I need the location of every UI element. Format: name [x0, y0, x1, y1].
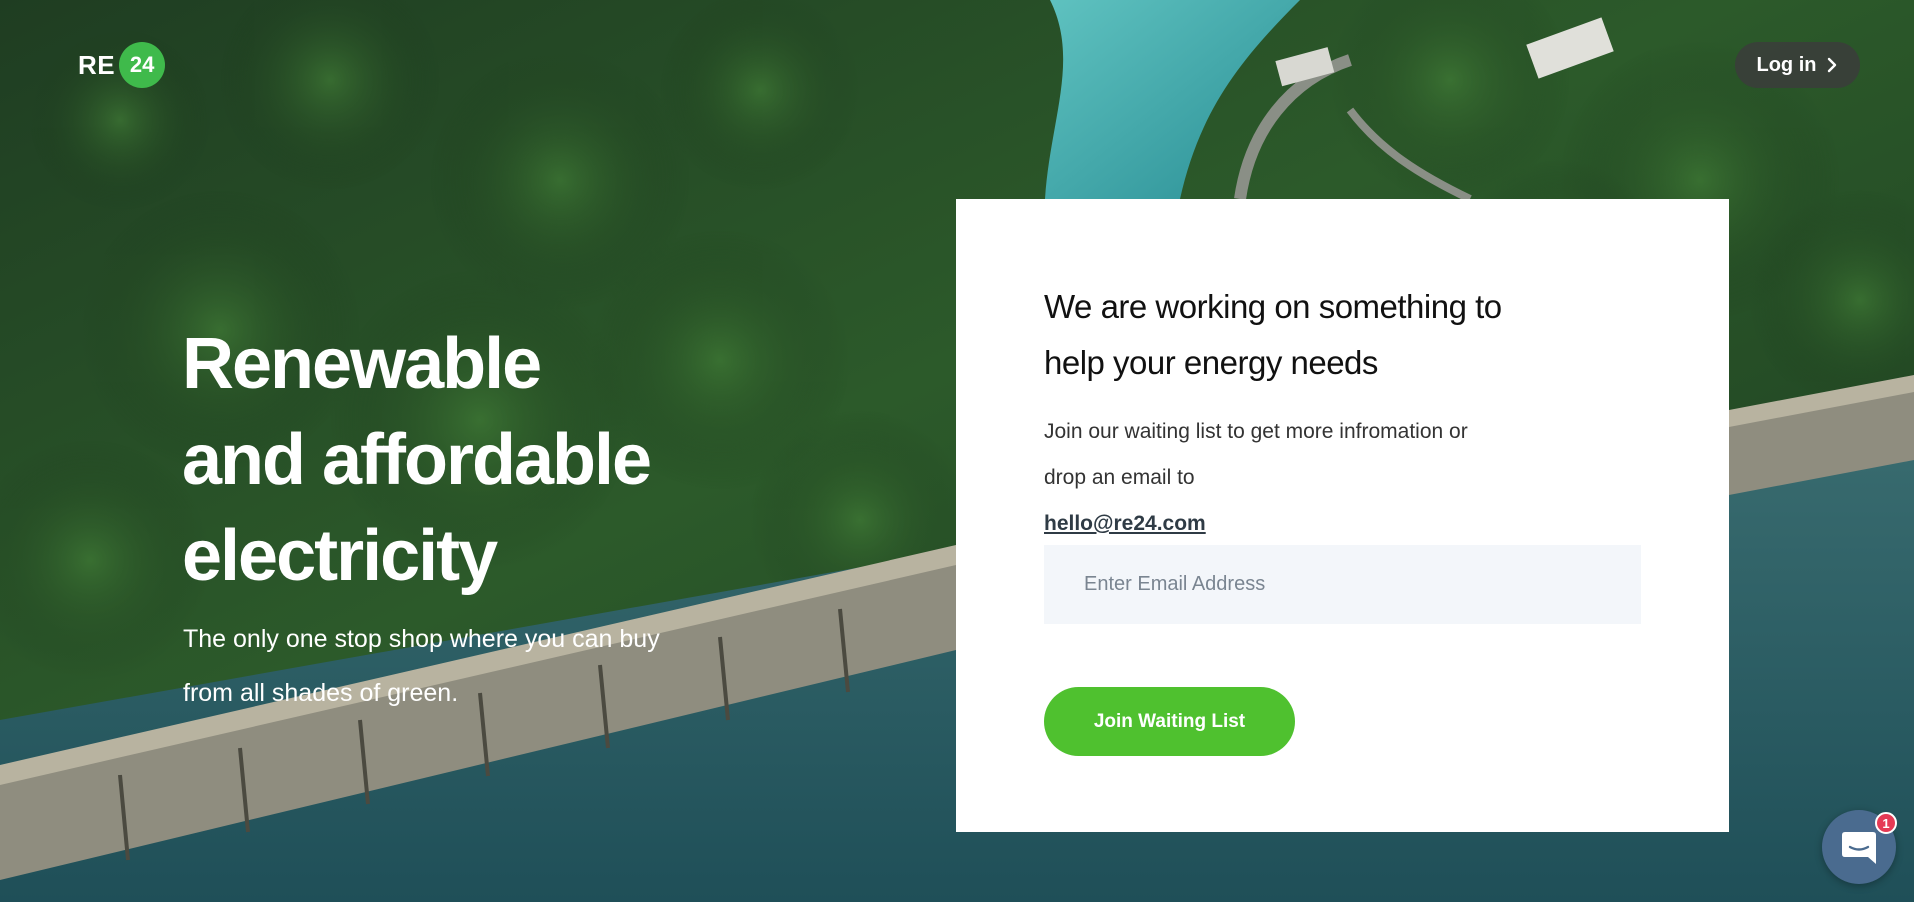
card-desc-line: Join our waiting list to get more infrom…	[1044, 420, 1468, 443]
contact-email-link[interactable]: hello@re24.com	[1044, 512, 1206, 535]
hero-title: Renewable and affordable electricity	[182, 316, 782, 604]
hero-title-line: Renewable	[182, 324, 542, 404]
chevron-right-icon	[1828, 57, 1837, 73]
card-description: Join our waiting list to get more infrom…	[1044, 409, 1604, 547]
logo-badge: 24	[119, 42, 166, 88]
hero-subtitle-line: The only one stop shop where you can buy	[183, 625, 660, 653]
login-button[interactable]: Log in	[1735, 42, 1860, 88]
card-desc-prefix: drop an email to	[1044, 466, 1195, 489]
logo-text: RE	[78, 49, 116, 80]
landing-page: RE 24 Log in Renewable and affordable el…	[0, 0, 1914, 902]
chat-notification-badge: 1	[1875, 812, 1897, 834]
waiting-list-card: We are working on something to help your…	[956, 199, 1729, 832]
hero-subtitle: The only one stop shop where you can buy…	[183, 612, 723, 720]
card-desc-line: drop an email to hello@re24.com	[1044, 455, 1604, 547]
login-label: Log in	[1756, 53, 1817, 76]
card-title: We are working on something to help your…	[1044, 279, 1604, 391]
card-title-line: We are working on something to	[1044, 288, 1502, 325]
hero-title-line: and affordable	[182, 420, 652, 500]
chat-bubble-icon	[1842, 832, 1876, 864]
join-waiting-list-button[interactable]: Join Waiting List	[1044, 687, 1295, 756]
hero-subtitle-line: from all shades of green.	[183, 679, 459, 707]
card-title-line: help your energy needs	[1044, 344, 1378, 381]
email-input[interactable]	[1044, 545, 1641, 624]
re24-logo[interactable]: RE 24	[78, 42, 166, 88]
hero-title-line: electricity	[182, 516, 498, 596]
